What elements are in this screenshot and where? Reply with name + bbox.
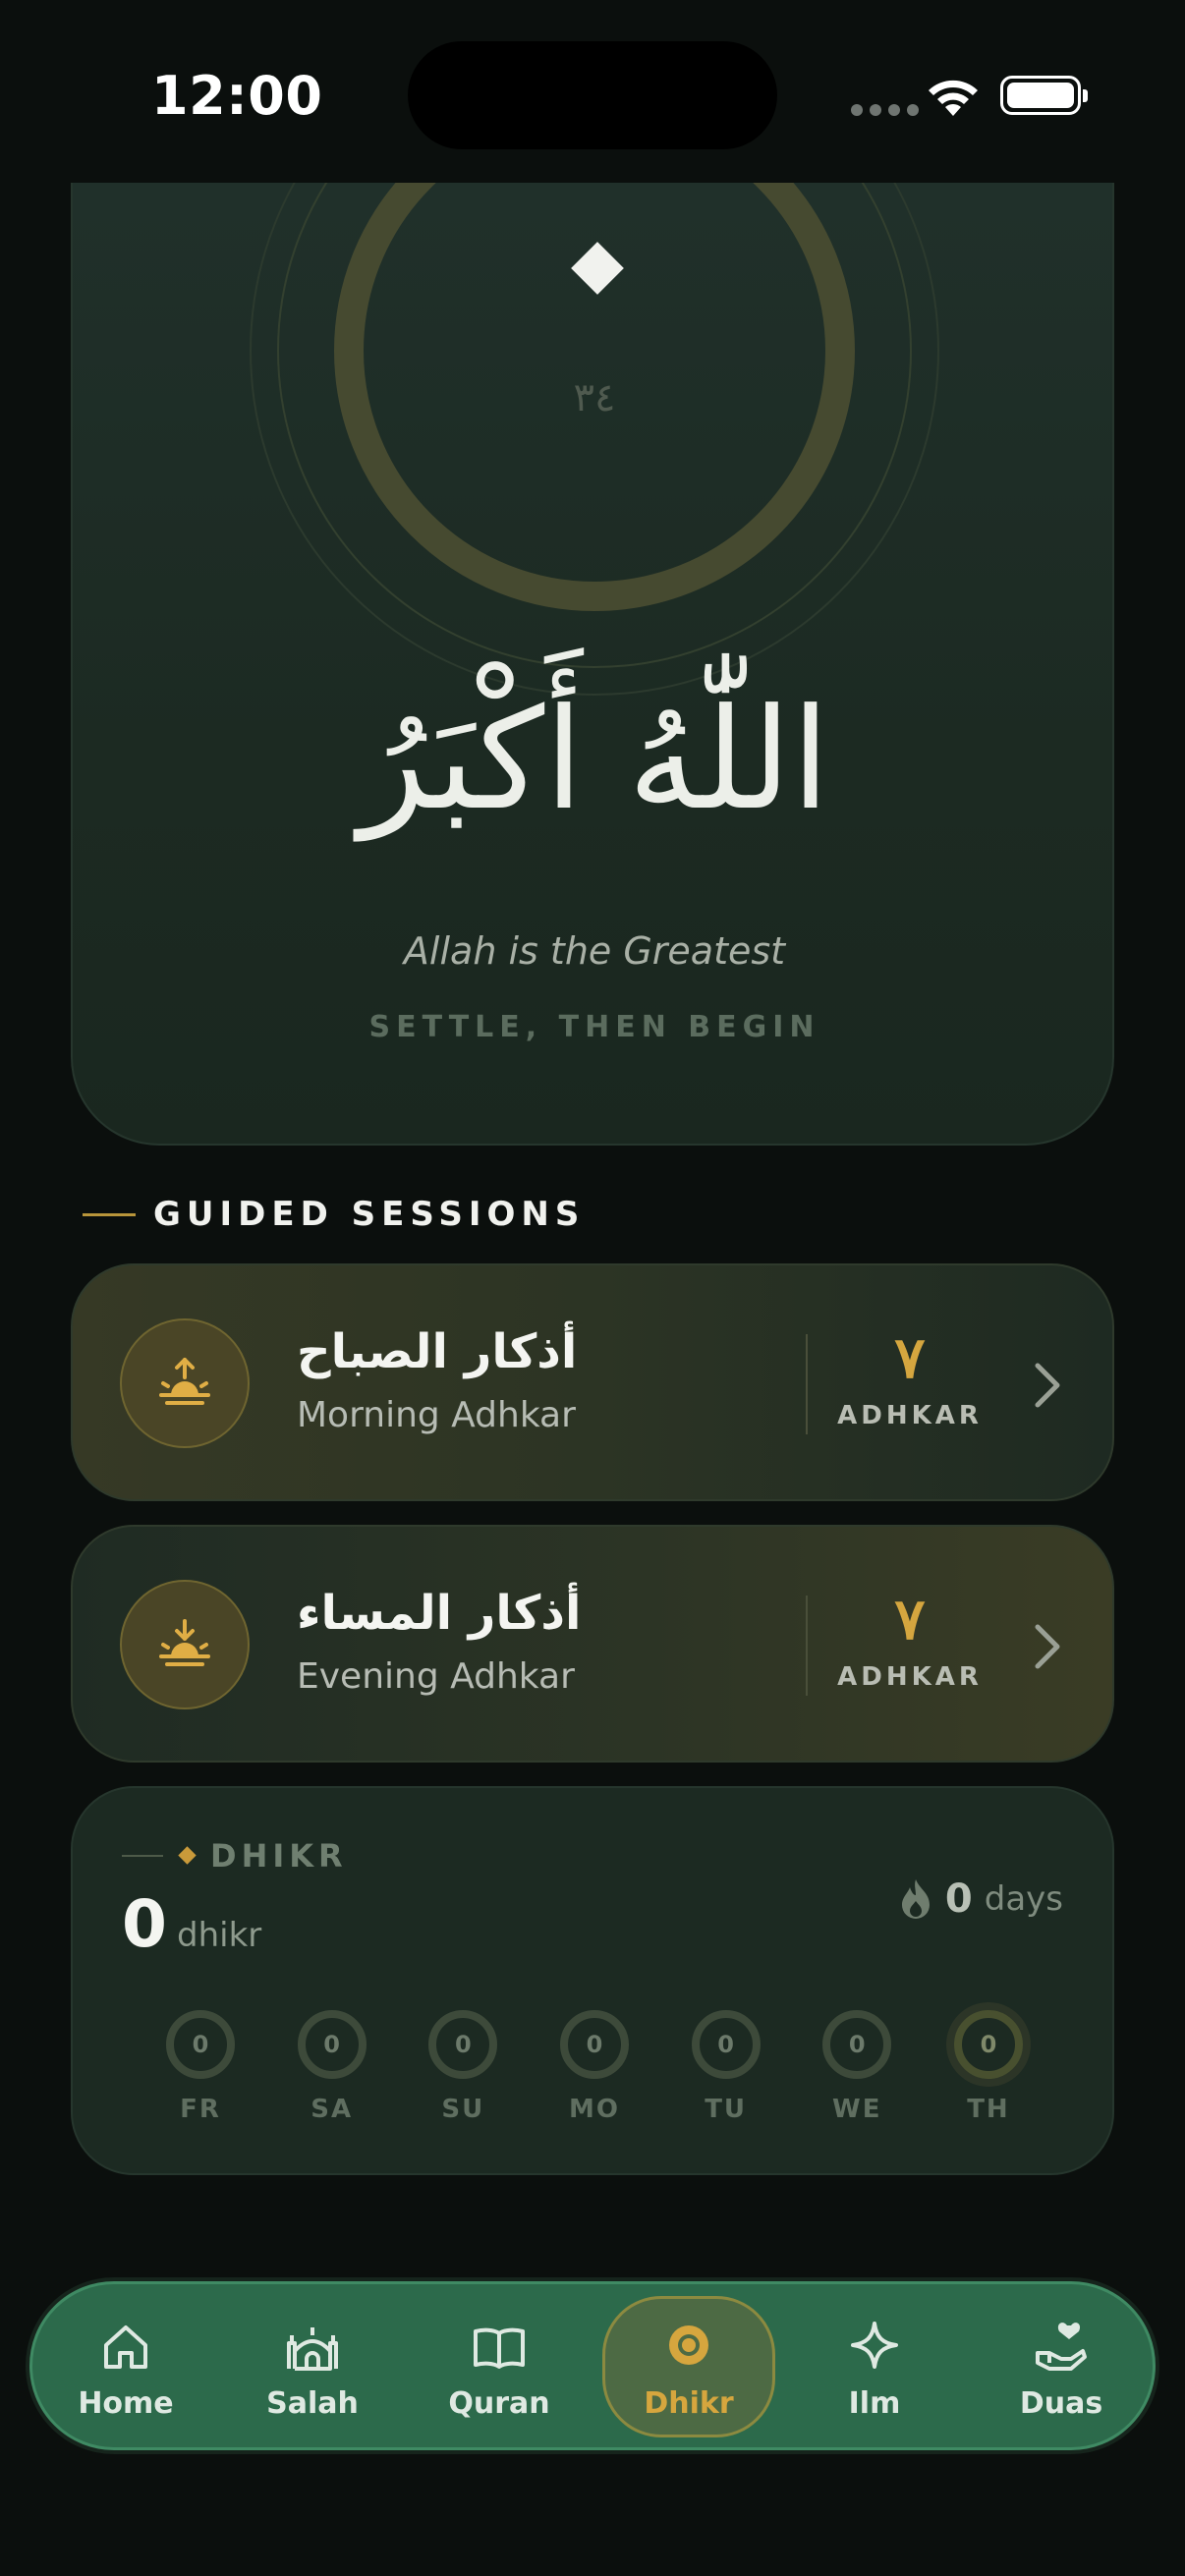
stats-divider <box>122 1855 163 1857</box>
session-english-title: Evening Adhkar <box>297 1656 575 1697</box>
tab-duas[interactable]: Duas <box>978 2284 1145 2453</box>
cellular-signal-icon <box>851 104 919 116</box>
dhikr-ring-icon <box>669 2324 708 2365</box>
day-fr: 0 FR <box>161 2010 240 2124</box>
day-label: SA <box>310 2095 354 2124</box>
chevron-right-icon <box>1035 1363 1060 1408</box>
weekday-progress: 0 FR 0 SA 0 SU 0 MO 0 TU 0 WE 0 TH <box>161 2010 1028 2124</box>
sunrise-icon <box>120 1318 250 1448</box>
session-count: ٧ <box>894 1324 926 1391</box>
sunset-icon <box>120 1580 250 1709</box>
mosque-icon <box>287 2326 338 2371</box>
home-icon <box>104 2324 147 2369</box>
day-ring-today: 0 <box>953 2010 1023 2079</box>
day-mo: 0 MO <box>555 2010 634 2124</box>
day-th: 0 TH <box>949 2010 1028 2124</box>
day-label: FR <box>180 2095 221 2124</box>
streak: 0 days <box>898 1876 1063 1922</box>
evening-adhkar-card[interactable]: أذكار المساء Evening Adhkar ٧ ADHKAR <box>71 1525 1114 1763</box>
chevron-right-icon <box>1035 1624 1060 1669</box>
dhikr-translation: Allah is the Greatest <box>403 929 786 973</box>
streak-unit: days <box>984 1879 1063 1919</box>
morning-adhkar-card[interactable]: أذكار الصباح Morning Adhkar ٧ ADHKAR <box>71 1263 1114 1501</box>
instruction-text: SETTLE, THEN BEGIN <box>368 1010 820 1044</box>
bottom-tab-bar: Home Salah Quran Dhikr Ilm Duas <box>29 2281 1156 2450</box>
dhikr-total-count: 0 <box>122 1886 167 1962</box>
sparkle-icon <box>851 2321 898 2369</box>
tab-quran[interactable]: Quran <box>416 2284 583 2453</box>
session-count: ٧ <box>894 1586 926 1652</box>
dhikr-screen: 12:00 ٣٤ اللّٰهُ أَكْبَرُ Allah is the G… <box>0 0 1185 2576</box>
tasbih-count: ٣٤ <box>573 375 616 420</box>
section-title: GUIDED SESSIONS <box>153 1195 586 1234</box>
day-ring: 0 <box>691 2010 761 2079</box>
book-icon <box>474 2327 525 2369</box>
tab-label: Duas <box>1019 2385 1103 2421</box>
tab-label: Home <box>78 2385 174 2421</box>
session-count-label: ADHKAR <box>837 1401 983 1430</box>
session-english-title: Morning Adhkar <box>297 1395 576 1435</box>
battery-icon <box>1000 76 1088 115</box>
dhikr-arabic-text: اللّٰهُ أَكْبَرُ <box>359 679 830 841</box>
day-su: 0 SU <box>423 2010 502 2124</box>
day-ring: 0 <box>822 2010 892 2079</box>
tab-ilm[interactable]: Ilm <box>791 2284 958 2453</box>
day-we: 0 WE <box>818 2010 896 2124</box>
status-time: 12:00 <box>151 65 323 127</box>
card-divider <box>806 1596 808 1696</box>
day-sa: 0 SA <box>293 2010 371 2124</box>
day-label: TH <box>967 2095 1010 2124</box>
tab-dhikr[interactable]: Dhikr <box>605 2284 772 2453</box>
dynamic-island <box>408 41 777 149</box>
day-label: TU <box>705 2095 748 2124</box>
tab-label: Quran <box>448 2385 550 2421</box>
tab-label: Dhikr <box>644 2385 734 2421</box>
tab-home[interactable]: Home <box>42 2284 209 2453</box>
dhikr-unit: dhikr <box>177 1916 262 1955</box>
session-arabic-title: أذكار المساء <box>297 1586 582 1641</box>
streak-count: 0 <box>944 1876 973 1922</box>
tab-label: Ilm <box>848 2385 901 2421</box>
day-ring: 0 <box>297 2010 367 2079</box>
tasbih-counter-card[interactable]: ٣٤ اللّٰهُ أَكْبَرُ Allah is the Greates… <box>71 183 1114 1146</box>
day-label: MO <box>568 2095 620 2124</box>
section-divider <box>83 1213 136 1216</box>
tab-salah[interactable]: Salah <box>229 2284 396 2453</box>
day-label: WE <box>832 2095 882 2124</box>
dhikr-stats-card[interactable]: DHIKR 0 dhikr 0 days 0 FR 0 SA 0 SU 0 MO… <box>71 1786 1114 2175</box>
tab-label: Salah <box>266 2385 359 2421</box>
hand-heart-icon <box>1036 2322 1087 2371</box>
session-arabic-title: أذكار الصباح <box>297 1324 578 1379</box>
day-ring: 0 <box>559 2010 629 2079</box>
wifi-icon <box>929 80 978 116</box>
stats-title: DHIKR <box>210 1837 348 1875</box>
day-ring: 0 <box>166 2010 235 2079</box>
session-count-label: ADHKAR <box>837 1662 983 1692</box>
diamond-icon <box>178 1846 197 1865</box>
day-label: SU <box>441 2095 485 2124</box>
card-divider <box>806 1334 808 1434</box>
day-tu: 0 TU <box>687 2010 765 2124</box>
day-ring: 0 <box>428 2010 498 2079</box>
flame-icon <box>901 1879 930 1919</box>
